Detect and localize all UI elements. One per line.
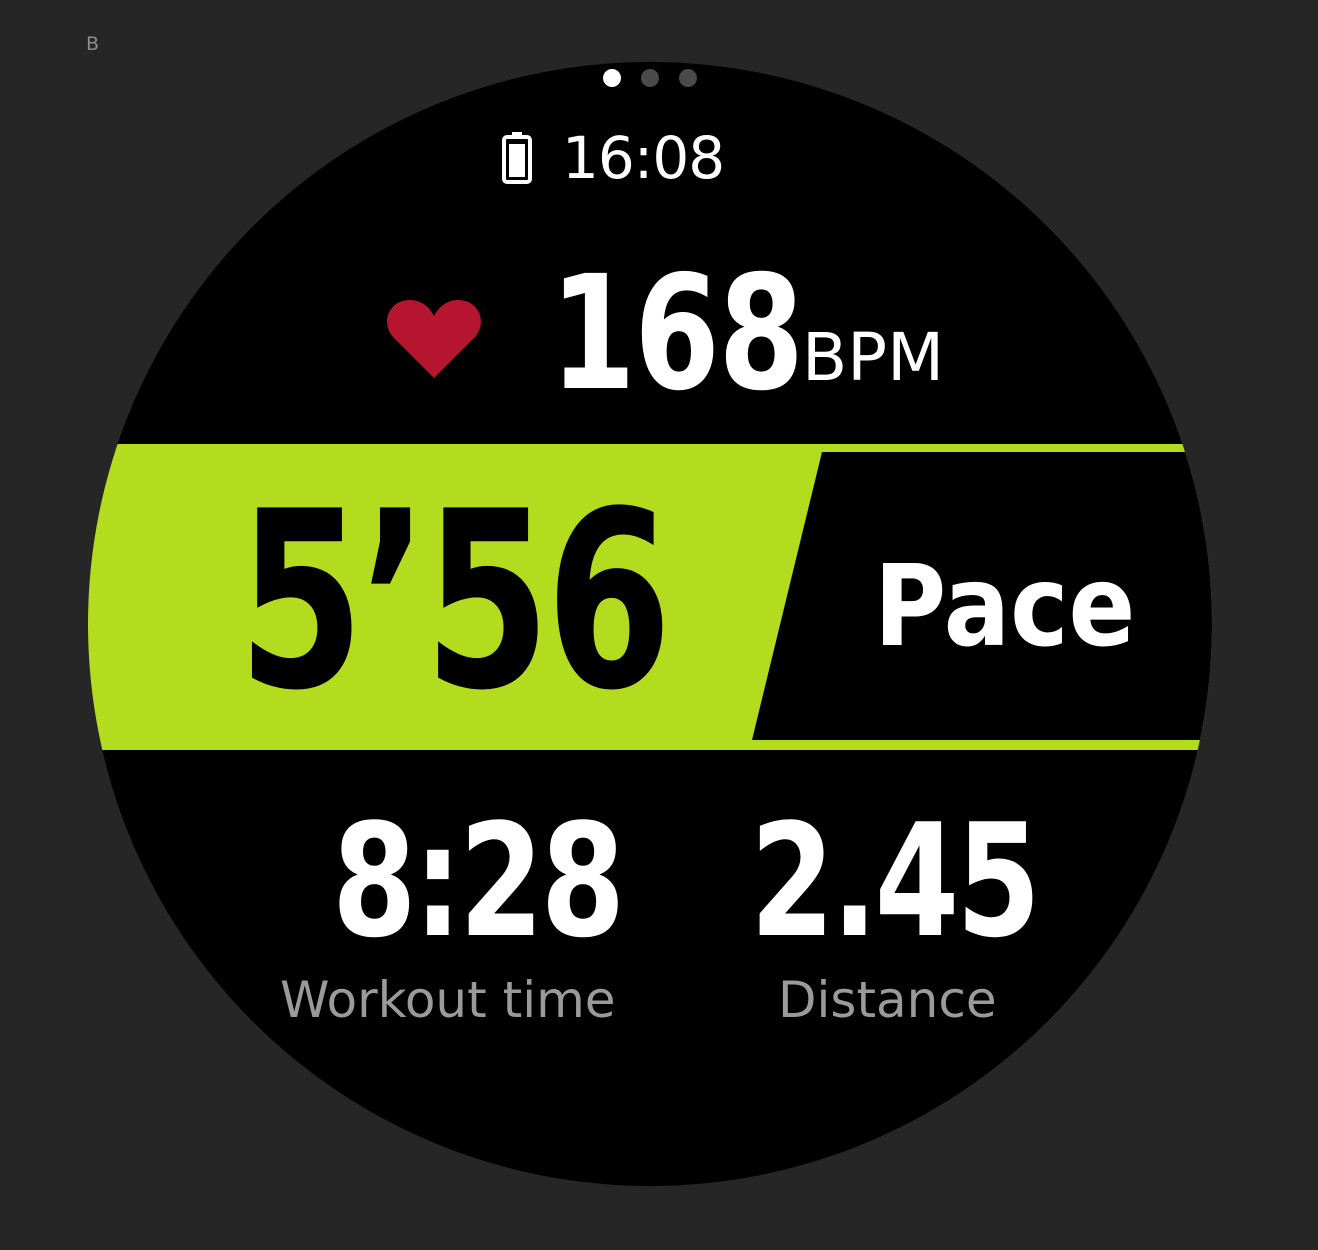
heart-rate-value: 168 (550, 242, 804, 426)
pace-label: Pace (874, 542, 1136, 672)
workout-time-value: 8:28 (332, 790, 625, 972)
pace-value: 5’56 (238, 459, 672, 744)
page-dot-3[interactable] (679, 69, 697, 87)
watch-face: 16:08 168 BPM 5’56 Pace 8:28 Workout tim… (88, 62, 1212, 1186)
heart-icon (387, 300, 481, 378)
distance-label: Distance (778, 971, 997, 1029)
page-dot-2[interactable] (641, 69, 659, 87)
battery-icon (502, 132, 532, 184)
heart-rate-unit: BPM (802, 319, 945, 396)
status-row: 16:08 (502, 124, 725, 192)
corner-label: B (86, 33, 100, 55)
distance-value: 2.45 (750, 790, 1041, 972)
page-indicator[interactable] (88, 69, 1212, 87)
workout-time-label: Workout time (280, 971, 616, 1029)
page-dot-1[interactable] (603, 69, 621, 87)
clock-time: 16:08 (562, 124, 725, 192)
